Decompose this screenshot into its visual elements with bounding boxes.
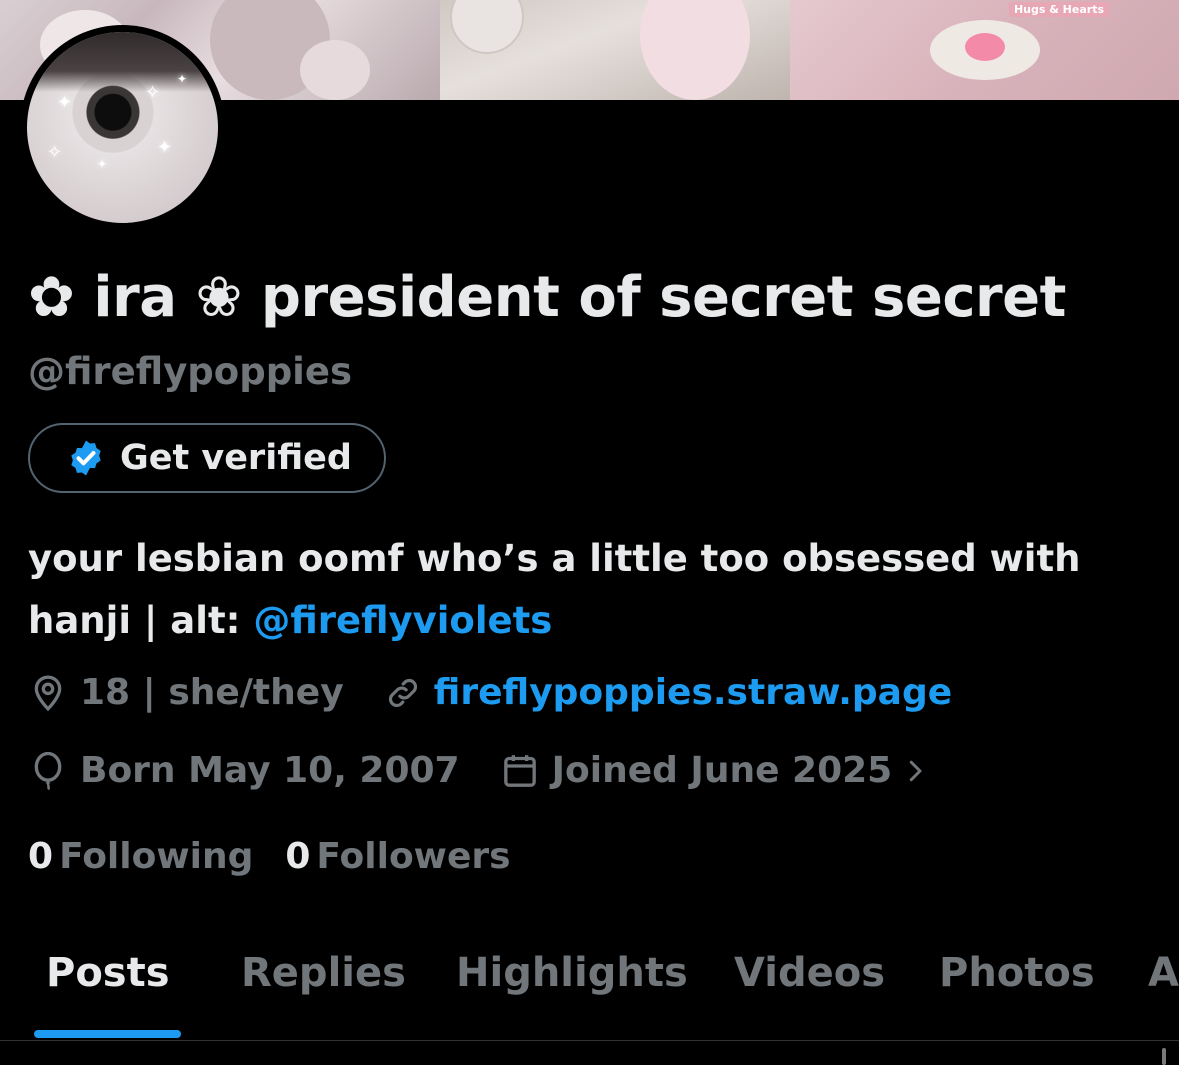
location-item: 18 | she/they	[28, 672, 344, 713]
profile-meta-row-2: Born May 10, 2007 Joined June 2025	[28, 750, 970, 791]
profile-avatar[interactable]: ✦ ✧ ✧ ✦ ✦ ✦	[20, 25, 225, 230]
banner-badge: Hugs & Hearts	[1008, 2, 1109, 17]
following-count: 0	[28, 836, 54, 877]
get-verified-button[interactable]: Get verified	[28, 423, 386, 493]
tabs-divider	[0, 1040, 1179, 1041]
banner-collage-right: Hugs & Hearts	[790, 0, 1179, 100]
following-stat[interactable]: 0 Following	[28, 836, 253, 877]
birthday-text: Born May 10, 2007	[80, 750, 460, 791]
following-label: Following	[59, 836, 254, 877]
birthday-item: Born May 10, 2007	[28, 750, 460, 791]
tab-highlights[interactable]: Highlights	[456, 940, 688, 996]
scrollbar-thumb[interactable]	[1162, 1048, 1166, 1065]
profile-bio: your lesbian oomf who’s a little too obs…	[28, 528, 1148, 652]
tab-videos[interactable]: Videos	[734, 940, 885, 996]
verified-badge-icon	[71, 440, 101, 476]
banner-collage-middle	[440, 0, 790, 100]
tab-articles-truncated[interactable]: A	[1148, 940, 1179, 996]
follow-stats: 0 Following 0 Followers	[28, 836, 543, 877]
tab-replies[interactable]: Replies	[241, 940, 406, 996]
location-pin-icon	[34, 674, 62, 711]
tab-posts[interactable]: Posts	[46, 940, 170, 996]
link-icon	[388, 678, 417, 707]
website-item[interactable]: fireflypoppies.straw.page	[384, 672, 952, 713]
website-link[interactable]: fireflypoppies.straw.page	[434, 672, 952, 713]
tab-photos[interactable]: Photos	[939, 940, 1095, 996]
user-handle: @fireflypoppies	[28, 350, 352, 393]
followers-label: Followers	[316, 836, 511, 877]
location-text: 18 | she/they	[80, 672, 344, 713]
joined-text: Joined June 2025	[551, 750, 893, 791]
bio-text: your lesbian oomf who’s a little too obs…	[28, 537, 1081, 642]
profile-tabs: Posts Replies Highlights Videos Photos A	[0, 940, 1179, 1040]
display-name: ✿ ira ❀ president of secret secret	[28, 265, 1066, 330]
profile-meta-row-1: 18 | she/they fireflypoppies.straw.page	[28, 672, 992, 713]
followers-count: 0	[285, 836, 311, 877]
joined-item[interactable]: Joined June 2025	[500, 750, 931, 791]
chevron-right-icon	[909, 760, 922, 781]
calendar-icon	[503, 754, 536, 787]
avatar-image: ✦ ✧ ✧ ✦ ✦ ✦	[27, 32, 218, 223]
bio-alt-account-link[interactable]: @fireflyviolets	[253, 599, 552, 642]
balloon-icon	[34, 751, 62, 790]
active-tab-indicator	[34, 1030, 181, 1038]
followers-stat[interactable]: 0 Followers	[285, 836, 510, 877]
get-verified-label: Get verified	[120, 438, 352, 478]
